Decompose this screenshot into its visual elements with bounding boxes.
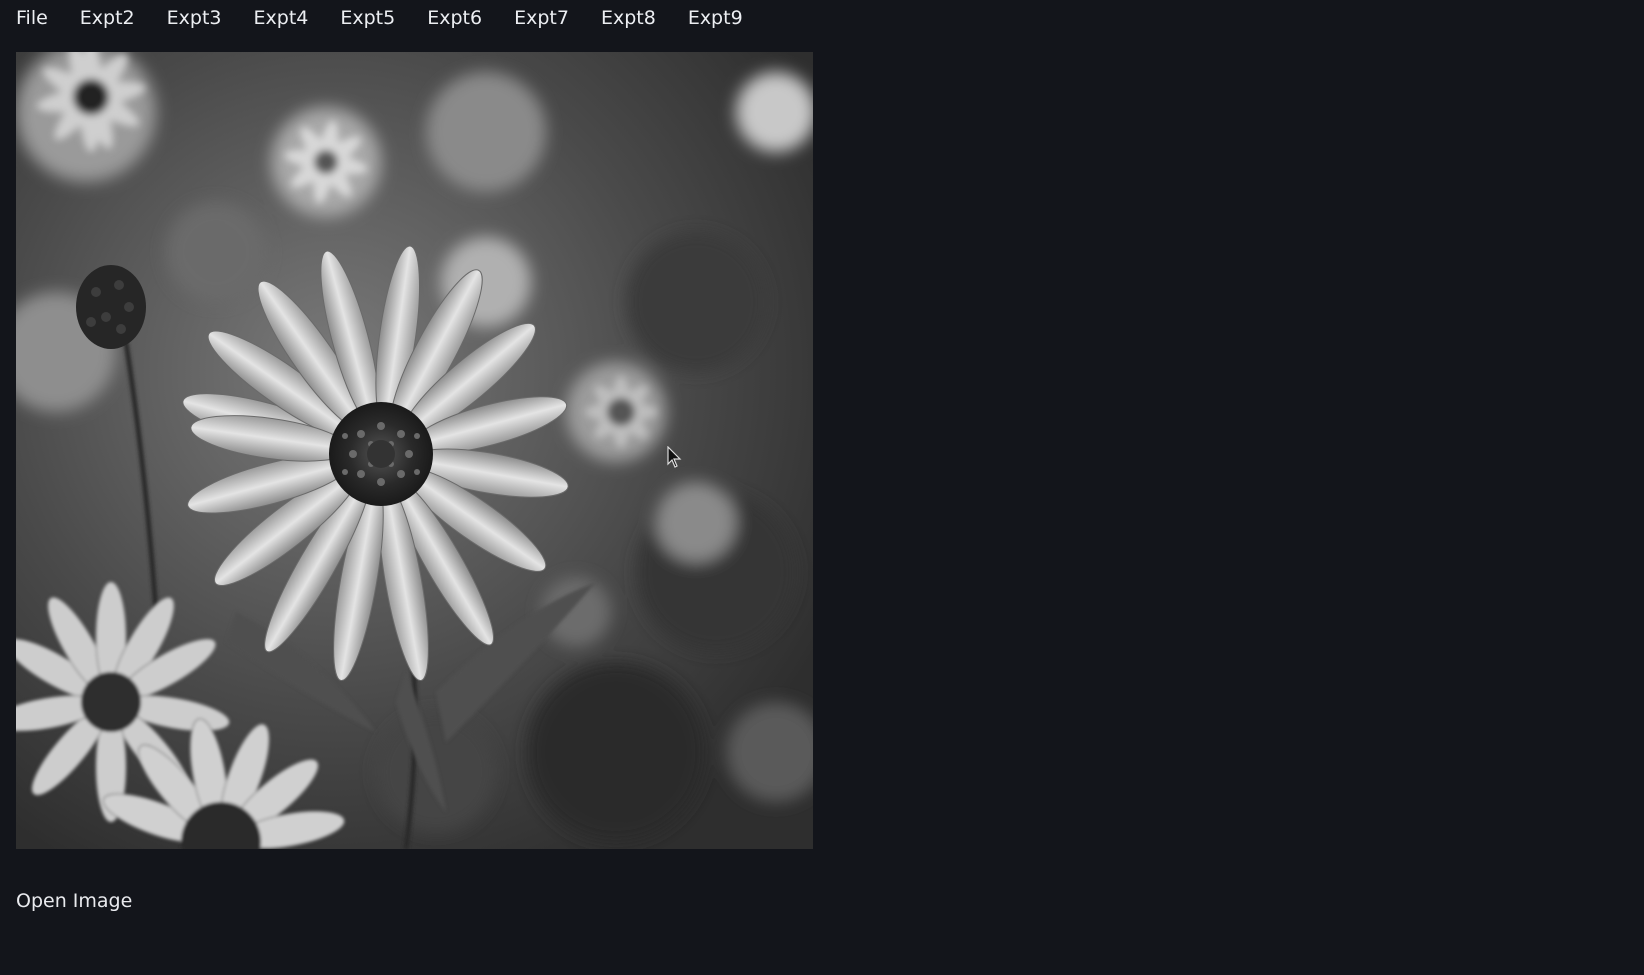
menu-bar: File Expt2 Expt3 Expt4 Expt5 Expt6 Expt7… [0,0,760,36]
menu-expt2[interactable]: Expt2 [64,3,151,33]
menu-expt6[interactable]: Expt6 [411,3,498,33]
flower-photo [16,52,813,849]
menu-expt9[interactable]: Expt9 [672,3,759,33]
menu-expt5[interactable]: Expt5 [324,3,411,33]
open-image-label: Open Image [16,890,133,912]
image-display [16,52,813,849]
menu-expt7[interactable]: Expt7 [498,3,585,33]
menu-expt3[interactable]: Expt3 [151,3,238,33]
menu-expt4[interactable]: Expt4 [238,3,325,33]
arrow-cursor-icon [667,446,682,468]
menu-file[interactable]: File [0,3,64,33]
menu-expt8[interactable]: Expt8 [585,3,672,33]
